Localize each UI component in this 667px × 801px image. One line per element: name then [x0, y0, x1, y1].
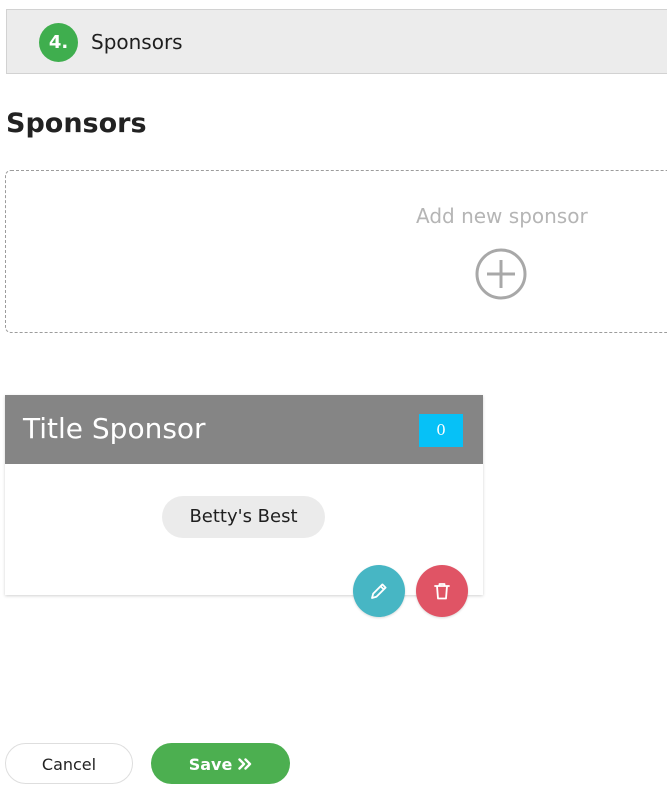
sponsor-level-header: Title Sponsor 0	[5, 395, 483, 464]
cancel-button[interactable]: Cancel	[5, 743, 133, 784]
plus-circle-icon[interactable]	[475, 248, 527, 300]
delete-level-button[interactable]	[416, 565, 468, 617]
add-new-sponsor-dropzone[interactable]: Add new sponsor	[5, 170, 667, 333]
double-chevron-right-icon	[238, 758, 252, 770]
trash-icon	[434, 583, 450, 600]
add-new-sponsor-label: Add new sponsor	[416, 204, 588, 228]
sponsor-count-badge: 0	[419, 414, 463, 447]
edit-level-button[interactable]	[353, 565, 405, 617]
pencil-icon	[371, 583, 387, 599]
save-button-label: Save	[188, 755, 233, 774]
sponsor-level-card: Title Sponsor 0 Betty's Best	[5, 395, 483, 595]
step-number-badge: 4.	[39, 23, 78, 62]
sponsor-chip[interactable]: Betty's Best	[162, 496, 325, 538]
step-header: 4. Sponsors	[6, 9, 667, 74]
sponsor-level-title: Title Sponsor	[23, 412, 206, 445]
save-button[interactable]: Save	[151, 743, 290, 784]
page-title: Sponsors	[6, 108, 147, 139]
step-title: Sponsors	[91, 30, 183, 54]
